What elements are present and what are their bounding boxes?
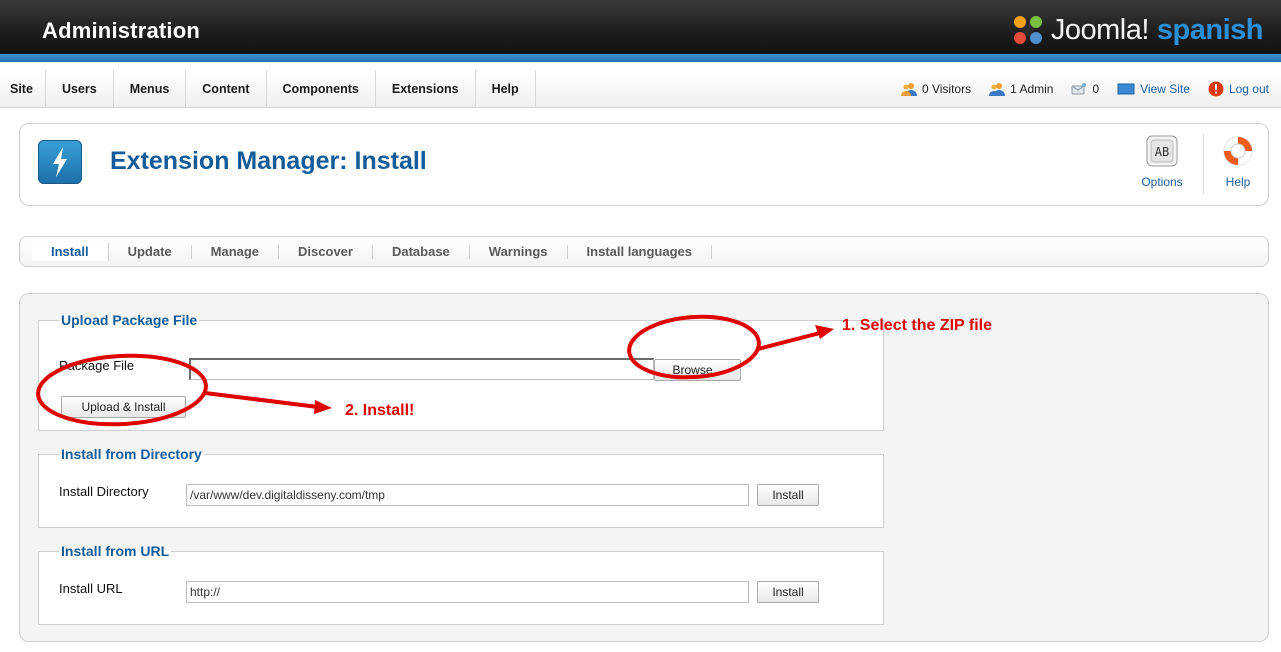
- package-file-input[interactable]: [189, 358, 654, 380]
- tab-install[interactable]: Install: [32, 242, 109, 261]
- monitor-icon: [1117, 83, 1135, 95]
- logout-icon: [1208, 81, 1224, 97]
- menu-item-users[interactable]: Users: [46, 70, 114, 108]
- logout-label: Log out: [1228, 82, 1269, 96]
- step2-annotation: 2. Install!: [345, 402, 415, 419]
- page-title: Extension Manager: Install: [110, 147, 427, 175]
- lightning-icon: [38, 140, 82, 184]
- users-icon: [900, 83, 917, 96]
- header-accent-stripe: [0, 54, 1281, 62]
- help-button[interactable]: Help: [1216, 134, 1260, 189]
- brand-suffix: spanish: [1156, 13, 1264, 46]
- menu-item-help[interactable]: Help: [476, 70, 536, 108]
- install-directory-fieldset: Install from Directory Install Directory…: [38, 446, 884, 528]
- options-button[interactable]: AB Options: [1134, 134, 1190, 189]
- brand-name: Joomla!: [1050, 13, 1150, 46]
- main-menu-bar: Site Users Menus Content Components Exte…: [0, 70, 1281, 108]
- lifebuoy-icon: [1223, 136, 1253, 166]
- admins-status: 1 Admin: [989, 82, 1053, 96]
- view-site-label: View Site: [1140, 82, 1190, 96]
- install-url-button[interactable]: Install: [757, 581, 819, 603]
- messages-count: 0: [1092, 82, 1100, 96]
- upload-install-button[interactable]: Upload & Install: [61, 396, 186, 418]
- install-content-panel: Upload Package File Package File Browse.…: [19, 293, 1269, 642]
- install-directory-input[interactable]: [186, 484, 749, 506]
- tab-warnings[interactable]: Warnings: [470, 244, 568, 259]
- logout-link[interactable]: Log out: [1208, 81, 1269, 97]
- tab-update[interactable]: Update: [109, 244, 192, 259]
- messages-status[interactable]: 0: [1071, 82, 1099, 96]
- step1-annotation: 1. Select the ZIP file: [842, 317, 992, 334]
- toolbar-divider: [1203, 134, 1204, 194]
- options-icon: AB: [1146, 135, 1178, 167]
- menu-item-site[interactable]: Site: [0, 70, 46, 108]
- tab-discover[interactable]: Discover: [279, 244, 373, 259]
- messages-icon: [1071, 83, 1087, 95]
- browse-button[interactable]: Browse...: [654, 359, 741, 381]
- status-area: 0 Visitors 1 Admin 0 View Site Log out: [883, 70, 1269, 108]
- menu-item-menus[interactable]: Menus: [114, 70, 187, 108]
- main-menu: Site Users Menus Content Components Exte…: [0, 70, 536, 108]
- admin-title: Administration: [42, 18, 201, 43]
- install-directory-label: Install Directory: [59, 484, 149, 499]
- upload-package-legend: Upload Package File: [61, 312, 198, 328]
- install-url-input[interactable]: [186, 581, 749, 603]
- view-site-link[interactable]: View Site: [1117, 82, 1190, 96]
- joomla-logo[interactable]: Joomla! spanish: [1011, 12, 1264, 48]
- admin-header: Administration Joomla! spanish: [0, 0, 1281, 62]
- install-url-label: Install URL: [59, 581, 123, 596]
- install-url-fieldset: Install from URL Install URL Install: [38, 543, 884, 625]
- upload-package-fieldset: Upload Package File Package File Browse.…: [38, 312, 884, 431]
- visitors-status: 0 Visitors: [900, 82, 972, 96]
- help-label: Help: [1225, 175, 1251, 189]
- visitors-count: 0 Visitors: [921, 82, 972, 96]
- menu-item-content[interactable]: Content: [186, 70, 267, 108]
- admins-count: 1 Admin: [1010, 82, 1054, 96]
- lightning-glyph: [53, 147, 67, 177]
- menu-item-extensions[interactable]: Extensions: [376, 70, 476, 108]
- tab-database[interactable]: Database: [373, 244, 470, 259]
- submenu-tabs: Install Update Manage Discover Database …: [19, 236, 1269, 267]
- admin-users-icon: [989, 83, 1006, 96]
- toolbar-panel: Extension Manager: Install AB Options He…: [19, 123, 1269, 206]
- install-url-legend: Install from URL: [61, 543, 170, 559]
- options-label: Options: [1141, 175, 1183, 189]
- joomla-logo-icon: [1013, 16, 1042, 44]
- svg-text:AB: AB: [1155, 145, 1169, 159]
- menu-item-components[interactable]: Components: [267, 70, 376, 108]
- tab-install-languages[interactable]: Install languages: [568, 244, 713, 259]
- tab-manage[interactable]: Manage: [192, 244, 280, 259]
- install-directory-legend: Install from Directory: [61, 446, 202, 462]
- package-file-label: Package File: [59, 358, 135, 373]
- install-directory-button[interactable]: Install: [757, 484, 819, 506]
